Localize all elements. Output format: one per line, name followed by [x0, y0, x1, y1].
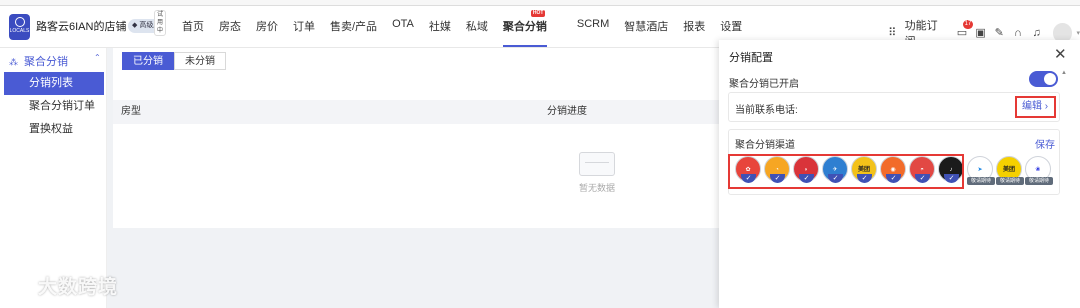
tab-undistributed[interactable]: 未分销 — [174, 52, 226, 70]
hierarchy-icon: ⁂ — [9, 57, 18, 67]
empty-text: 暂无数据 — [578, 183, 615, 193]
column-progress: 分销进度 — [547, 106, 587, 117]
sidebar-item-exchange-rights[interactable]: 置换权益 — [4, 118, 104, 141]
hot-badge: HOT — [530, 10, 546, 17]
message-count-badge: 17 — [962, 19, 974, 29]
main-content: 已分销 未分销 房型 分销进度 暂无数据 — [107, 48, 725, 308]
channel-icon-feizhu[interactable]: ➤ 敬请期待 — [967, 156, 995, 185]
close-icon[interactable]: ✕ — [1054, 45, 1067, 63]
table-header: 房型 分销进度 — [113, 100, 725, 124]
chevron-down-icon[interactable]: ▾ — [1076, 29, 1080, 37]
selected-channels-highlight — [728, 154, 964, 189]
message-icon[interactable]: ▭ 17 — [956, 19, 974, 40]
nav-private[interactable]: 私域 — [466, 18, 488, 34]
coming-soon-label: 敬请期待 — [967, 177, 995, 185]
active-underline — [502, 45, 547, 47]
diamond-icon: ◆ — [132, 22, 138, 29]
edit-icon[interactable]: ✎ — [993, 27, 1006, 40]
distribution-tabs: 已分销 未分销 — [122, 52, 226, 70]
enabled-label: 聚合分销已开启 — [729, 79, 799, 90]
browser-edge — [0, 0, 1080, 6]
nav-room-status[interactable]: 房态 — [219, 18, 241, 34]
meituan-text: 美团 — [1002, 167, 1015, 173]
bell-icon[interactable]: ♫ — [1030, 27, 1043, 40]
channel-icon-baidu[interactable]: ❀ 敬请期待 — [1025, 156, 1053, 185]
nav-settings[interactable]: 设置 — [720, 18, 742, 34]
logo-text: LOCALS — [9, 28, 30, 34]
sidebar-item-distribution-list[interactable]: 分销列表 — [4, 72, 104, 95]
nav-ota[interactable]: OTA — [392, 18, 414, 34]
watermark: 大数跨境 — [8, 272, 118, 299]
sidebar-group-label: 聚合分销 — [24, 56, 68, 68]
scroll-up-icon[interactable]: ▲ — [1061, 70, 1067, 76]
watermark-logo-icon — [8, 277, 32, 295]
nav-scrm[interactable]: SCRM — [577, 18, 609, 34]
nav-orders[interactable]: 订单 — [293, 18, 315, 34]
nav-room-price[interactable]: 房价 — [256, 18, 278, 34]
coming-soon-label: 敬请期待 — [1025, 177, 1053, 185]
grid-icon[interactable]: ⠿ — [886, 27, 899, 40]
nav-reports[interactable]: 报表 — [683, 18, 705, 34]
empty-box-icon — [579, 152, 615, 176]
panel-title: 分销配置 — [729, 52, 773, 64]
phone-label: 当前联系电话: — [735, 105, 798, 116]
edit-label: 编辑 — [1022, 101, 1042, 112]
vip-badge[interactable]: ◆ 高级版 试用中 — [128, 10, 167, 36]
nav-smart-hotel[interactable]: 智慧酒店 — [624, 18, 668, 34]
sidebar: ⁂ 聚合分销 ⌃ 分销列表 聚合分销订单 置换权益 — [0, 48, 107, 308]
list-card: 已分销 未分销 房型 分销进度 暂无数据 — [113, 48, 725, 228]
nav-social[interactable]: 社媒 — [429, 18, 451, 34]
save-button[interactable]: 保存 — [1035, 136, 1055, 151]
sidebar-item-distribution-orders[interactable]: 聚合分销订单 — [4, 95, 104, 118]
watermark-text: 大数跨境 — [38, 277, 119, 298]
nav-home[interactable]: 首页 — [182, 18, 204, 34]
channels-label: 聚合分销渠道 — [735, 140, 795, 151]
store-switcher[interactable]: 路客云6IAN的店铺⌄ — [36, 18, 137, 34]
toggle-knob — [1044, 73, 1056, 85]
empty-state: 暂无数据 — [579, 152, 615, 194]
trial-badge: 试用中 — [154, 10, 167, 36]
document-icon[interactable]: ▣ — [974, 27, 987, 40]
main-nav: 首页 房态 房价 订单 售卖/产品 OTA 社媒 私域 聚合分销 HOT SCRM… — [182, 10, 757, 47]
edit-phone-button[interactable]: 编辑 › — [1015, 96, 1056, 118]
coming-soon-label: 敬请期待 — [996, 177, 1024, 185]
nav-aggregate-label: 聚合分销 — [502, 21, 547, 33]
headset-icon[interactable]: ∩ — [1012, 27, 1025, 40]
tab-distributed[interactable]: 已分销 — [122, 52, 174, 70]
app-logo[interactable]: LOCALS — [9, 14, 30, 40]
sidebar-group-aggregate[interactable]: ⁂ 聚合分销 ⌃ — [9, 53, 101, 69]
column-room-type: 房型 — [121, 106, 141, 117]
contact-phone-box: 当前联系电话: — [728, 92, 1060, 122]
nav-products[interactable]: 售卖/产品 — [330, 18, 377, 34]
chevron-right-icon: › — [1044, 101, 1049, 112]
channel-icon-meituan-2[interactable]: 美团 敬请期待 — [996, 156, 1024, 185]
chevron-up-icon: ⌃ — [94, 53, 101, 62]
store-name: 路客云6IAN的店铺 — [36, 21, 127, 33]
distribution-toggle[interactable] — [1029, 71, 1058, 87]
nav-aggregate-distribution[interactable]: 聚合分销 HOT — [502, 10, 562, 47]
